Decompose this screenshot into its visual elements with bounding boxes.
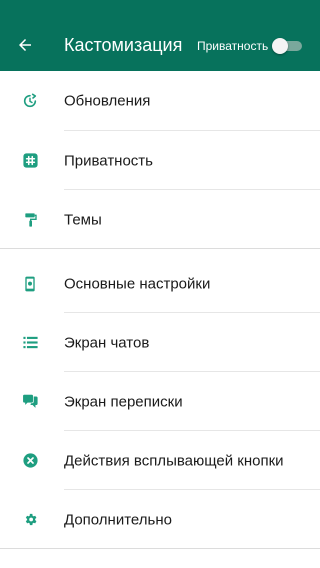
menu-item-label: Действия всплывающей кнопки — [64, 452, 284, 469]
close-circle-icon — [21, 452, 39, 470]
menu-item-themes[interactable]: Темы — [0, 190, 320, 249]
section-divider — [0, 548, 320, 549]
toggle-thumb — [272, 38, 288, 54]
menu-item-advanced[interactable]: Дополнительно — [0, 490, 320, 549]
back-button[interactable] — [10, 30, 40, 60]
section-divider — [0, 248, 320, 249]
menu-item-label: Экран чатов — [64, 334, 150, 351]
menu-item-label: Приватность — [64, 152, 153, 169]
list-icon — [21, 334, 39, 352]
update-icon — [21, 92, 39, 110]
phone-settings-icon — [21, 275, 39, 293]
menu-item-label: Основные настройки — [64, 275, 211, 292]
privacy-hash-icon — [21, 152, 39, 170]
arrow-back-icon — [19, 39, 31, 51]
menu-item-label: Дополнительно — [64, 511, 172, 528]
privacy-toggle[interactable] — [272, 38, 302, 54]
menu-item-updates[interactable]: Обновления — [0, 71, 320, 130]
privacy-toggle-label: Приватность — [197, 39, 269, 53]
menu-item-label: Обновления — [64, 92, 151, 109]
paint-roller-icon — [21, 211, 39, 229]
menu-item-privacy[interactable]: Приватность — [0, 131, 320, 190]
page-title: Кастомизация — [64, 35, 183, 55]
app-bar: Кастомизация Приватность — [0, 0, 320, 71]
menu-item-conversation-screen[interactable]: Экран переписки — [0, 372, 320, 431]
chat-bubbles-icon — [21, 393, 39, 411]
menu-item-general-settings[interactable]: Основные настройки — [0, 254, 320, 313]
gear-icon — [21, 511, 39, 529]
menu-item-chats-screen[interactable]: Экран чатов — [0, 313, 320, 372]
menu-item-fab-actions[interactable]: Действия всплывающей кнопки — [0, 431, 320, 490]
menu-item-label: Экран переписки — [64, 393, 183, 410]
menu-item-label: Темы — [64, 211, 102, 228]
